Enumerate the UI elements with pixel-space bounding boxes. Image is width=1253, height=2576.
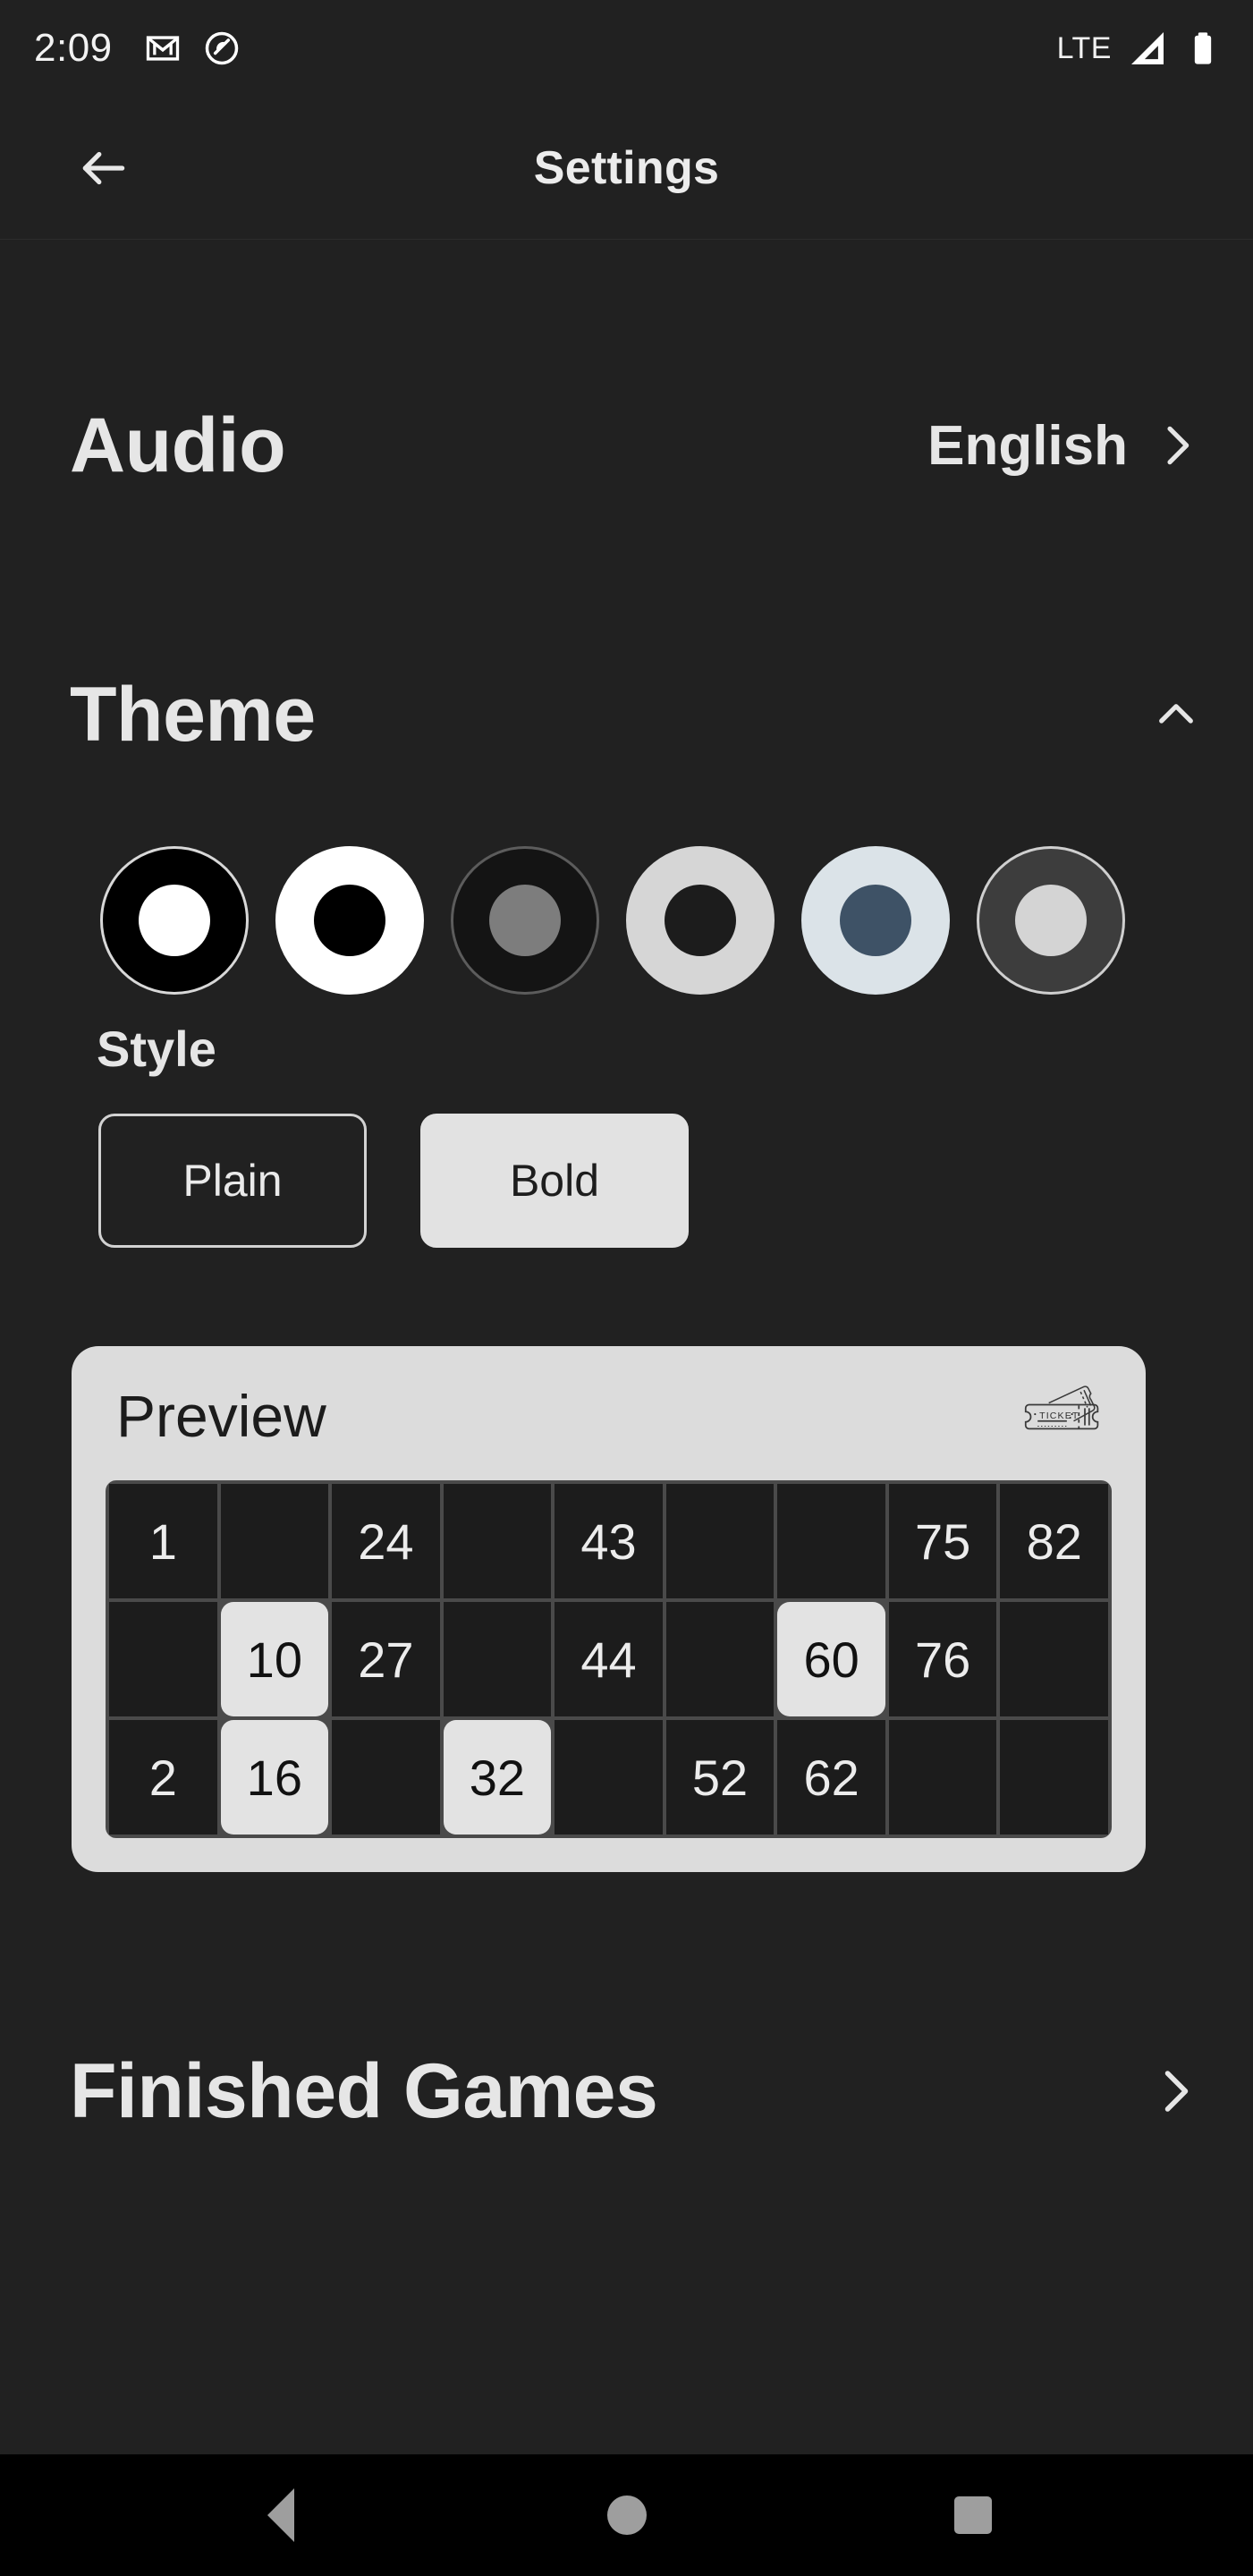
ticket-label: TICKET xyxy=(1039,1411,1079,1421)
theme-swatch-2[interactable] xyxy=(451,846,599,995)
audio-label: Audio xyxy=(70,402,286,488)
theme-swatch-0[interactable] xyxy=(100,846,249,995)
bingo-cell[interactable]: 27 xyxy=(332,1602,440,1716)
status-bar-notification-icons xyxy=(143,29,241,68)
ticket-icon: TICKET xyxy=(1020,1382,1106,1450)
phone-screen: 2:09 LTE Settings Audio English Theme St… xyxy=(0,0,1253,2576)
bingo-cell[interactable]: 2 xyxy=(109,1720,217,1835)
setting-row-audio[interactable]: Audio English xyxy=(0,311,1253,580)
theme-swatch-dot xyxy=(840,885,911,956)
triangle-back-icon xyxy=(267,2488,294,2542)
gmail-icon xyxy=(143,29,182,68)
do-not-disturb-icon xyxy=(202,29,241,68)
status-bar-system-icons: LTE xyxy=(1057,27,1223,70)
status-bar: 2:09 LTE xyxy=(0,0,1253,97)
bingo-cell[interactable] xyxy=(555,1720,663,1835)
bingo-cell[interactable] xyxy=(1000,1602,1108,1716)
finished-games-label: Finished Games xyxy=(70,2047,658,2134)
theme-swatch-dot xyxy=(314,885,385,956)
bingo-cell[interactable] xyxy=(1000,1720,1108,1835)
theme-label: Theme xyxy=(70,671,316,758)
style-label: Style xyxy=(97,1021,216,1077)
bingo-cell[interactable]: 43 xyxy=(555,1484,663,1598)
preview-header: Preview TICKET xyxy=(106,1377,1112,1450)
bingo-cell[interactable]: 44 xyxy=(555,1602,663,1716)
bingo-cell[interactable]: 82 xyxy=(1000,1484,1108,1598)
bingo-cell[interactable]: 52 xyxy=(665,1720,775,1835)
theme-swatch-dot xyxy=(139,885,210,956)
theme-swatch-dot xyxy=(1015,885,1087,956)
bingo-cell[interactable]: 60 xyxy=(777,1602,885,1716)
square-recents-icon xyxy=(953,2496,992,2534)
theme-swatch-4[interactable] xyxy=(801,846,950,995)
style-option-list: Plain Bold xyxy=(0,1114,1253,1248)
battery-icon xyxy=(1183,29,1223,68)
theme-swatch-dot xyxy=(489,885,561,956)
theme-swatch-5[interactable] xyxy=(977,846,1125,995)
page-title: Settings xyxy=(533,141,720,194)
status-bar-time: 2:09 xyxy=(34,26,113,70)
network-type-label: LTE xyxy=(1056,30,1112,65)
bingo-cell[interactable]: 10 xyxy=(220,1602,329,1716)
bingo-grid: 1 24 43 75 82 10 27 44 60 76 2 16 32 52 62 xyxy=(109,1484,1108,1835)
audio-language-value: English xyxy=(927,414,1128,477)
bingo-cell[interactable]: 16 xyxy=(220,1720,329,1835)
bingo-cell[interactable]: 62 xyxy=(777,1720,885,1835)
back-button[interactable] xyxy=(70,134,138,202)
bingo-cell[interactable]: 32 xyxy=(443,1720,552,1835)
bingo-cell[interactable] xyxy=(443,1602,552,1716)
bingo-cell[interactable] xyxy=(777,1484,885,1598)
settings-content: Audio English Theme Style Plain Bold Pre… xyxy=(0,240,1253,2454)
bingo-cell[interactable] xyxy=(665,1484,775,1598)
bingo-cell[interactable] xyxy=(220,1484,329,1598)
audio-value-group: English xyxy=(927,414,1201,478)
setting-row-finished-games[interactable]: Finished Games xyxy=(0,2006,1253,2176)
bingo-grid-container: 1 24 43 75 82 10 27 44 60 76 2 16 32 52 62 xyxy=(106,1480,1112,1838)
nav-recents-button[interactable] xyxy=(919,2462,1027,2569)
setting-row-theme[interactable]: Theme xyxy=(0,648,1253,782)
nav-back-button[interactable] xyxy=(227,2462,334,2569)
theme-swatch-list xyxy=(0,844,1253,996)
style-option-bold[interactable]: Bold xyxy=(420,1114,689,1248)
chevron-up-icon[interactable] xyxy=(1151,690,1201,740)
android-nav-bar xyxy=(0,2454,1253,2576)
bingo-cell[interactable] xyxy=(888,1720,997,1835)
bingo-cell[interactable]: 1 xyxy=(109,1484,217,1598)
preview-card: Preview TICKET 1 24 43 75 82 10 27 44 60… xyxy=(72,1346,1146,1872)
theme-swatch-3[interactable] xyxy=(626,846,775,995)
bingo-cell[interactable] xyxy=(443,1484,552,1598)
bingo-cell[interactable]: 76 xyxy=(888,1602,997,1716)
theme-swatch-dot xyxy=(665,885,736,956)
preview-title: Preview xyxy=(116,1383,326,1449)
style-option-plain[interactable]: Plain xyxy=(98,1114,367,1248)
nav-home-button[interactable] xyxy=(573,2462,681,2569)
bingo-cell[interactable]: 75 xyxy=(888,1484,997,1598)
bingo-cell[interactable]: 24 xyxy=(332,1484,440,1598)
bingo-cell[interactable] xyxy=(665,1602,775,1716)
bingo-cell[interactable] xyxy=(109,1602,217,1716)
app-bar: Settings xyxy=(0,97,1253,240)
arrow-left-icon xyxy=(76,140,131,196)
signal-icon xyxy=(1126,27,1169,70)
chevron-right-icon xyxy=(1147,2064,1201,2118)
theme-swatch-1[interactable] xyxy=(275,846,424,995)
bingo-cell[interactable] xyxy=(332,1720,440,1835)
chevron-right-icon xyxy=(1151,420,1201,470)
circle-home-icon xyxy=(606,2496,647,2535)
